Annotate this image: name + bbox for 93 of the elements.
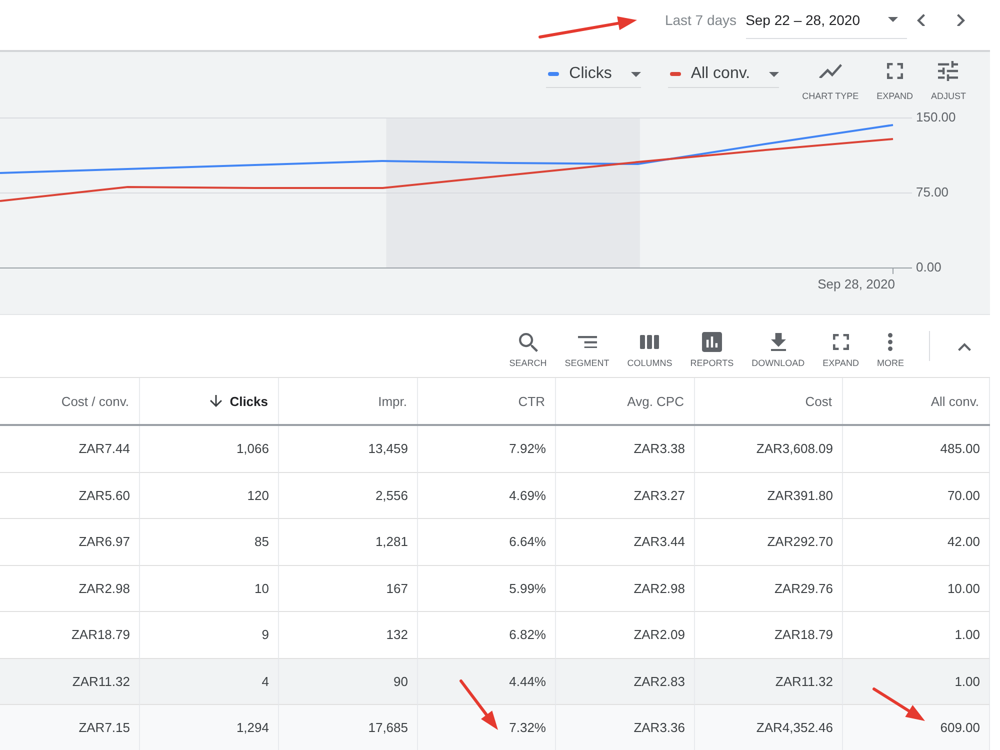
table-cell: 9 — [140, 612, 279, 658]
table-cell: 6.64% — [418, 519, 556, 566]
table-cell: 1,281 — [279, 519, 418, 566]
caret-icon — [888, 17, 898, 22]
fullscreen-icon — [832, 334, 849, 350]
column-header[interactable]: CTR — [418, 378, 556, 424]
table-cell: ZAR2.98 — [0, 566, 140, 612]
metric-dropdown[interactable]: Clicks — [546, 61, 641, 88]
fullscreen-icon — [886, 63, 903, 79]
table-cell: 7.92% — [418, 426, 556, 472]
more-button[interactable]: MORE — [868, 331, 913, 369]
table-cell: 167 — [279, 566, 418, 612]
caret-icon — [769, 72, 780, 76]
table-cell: 13,459 — [279, 426, 418, 472]
table-cell: 1,294 — [140, 705, 279, 750]
axis-label: 150.00 — [916, 109, 956, 124]
table-cell: ZAR391.80 — [695, 472, 843, 519]
table-cell: ZAR3,608.09 — [695, 426, 843, 472]
annotation-arrow — [460, 680, 498, 730]
more-icon — [888, 333, 893, 351]
column-header[interactable]: Avg. CPC — [556, 378, 695, 424]
segment-button[interactable]: SEGMENT — [556, 331, 618, 369]
search-button[interactable]: SEARCH — [500, 331, 556, 369]
reports-button[interactable]: REPORTS — [681, 331, 743, 369]
table-cell: ZAR2.09 — [556, 612, 695, 658]
table-cell: ZAR11.32 — [695, 658, 843, 705]
columns-button[interactable]: COLUMNS — [618, 331, 682, 369]
column-header[interactable]: All conv. — [843, 378, 990, 424]
table-cell: 10.00 — [843, 566, 990, 612]
chevron-right-icon — [957, 14, 965, 26]
table-cell: 1,066 — [140, 426, 279, 472]
expand-table-button[interactable]: EXPAND — [814, 331, 868, 369]
caret-icon — [630, 72, 641, 76]
adjust-button[interactable]: ADJUST — [922, 61, 975, 102]
table-cell: ZAR3.27 — [556, 472, 695, 519]
chevron-up-icon — [958, 342, 970, 351]
table-cell: 10 — [140, 566, 279, 612]
lines-icon — [578, 336, 597, 348]
line-chart-icon — [818, 64, 842, 78]
table-cell: 6.82% — [418, 612, 556, 658]
table-cell: 17,685 — [279, 705, 418, 750]
table-cell: 7.32% — [418, 705, 556, 750]
table-cell: 85 — [140, 519, 279, 566]
download-icon — [770, 332, 786, 352]
table-cell: ZAR7.44 — [0, 426, 140, 472]
expand-chart-button[interactable]: EXPAND — [868, 61, 922, 102]
table-cell: 5.99% — [418, 566, 556, 612]
sliders-icon — [938, 61, 958, 81]
table-cell: 90 — [279, 658, 418, 705]
column-header[interactable]: Cost / conv. — [0, 378, 140, 424]
table-cell: ZAR3.36 — [556, 705, 695, 750]
table-cell: 4.69% — [418, 472, 556, 519]
table-cell: 132 — [279, 612, 418, 658]
chart-type-button[interactable]: CHART TYPE — [793, 61, 868, 102]
date-range-label: Last 7 days — [664, 11, 737, 30]
table-cell: 120 — [140, 472, 279, 519]
table-cell: 609.00 — [843, 705, 990, 750]
table-cell: 1.00 — [843, 612, 990, 658]
table-cell: ZAR18.79 — [695, 612, 843, 658]
axis-label: Sep 28, 2020 — [818, 276, 895, 292]
axis-label: 75.00 — [916, 184, 949, 200]
table-cell: ZAR3.44 — [556, 519, 695, 566]
table-cell: ZAR11.32 — [0, 658, 140, 705]
table-cell: ZAR7.15 — [0, 705, 140, 750]
table-cell: ZAR18.79 — [0, 612, 140, 658]
columns-icon — [640, 335, 660, 349]
download-button[interactable]: DOWNLOAD — [742, 331, 814, 369]
table-cell: ZAR292.70 — [695, 519, 843, 566]
annotation-arrow — [872, 688, 925, 721]
table-cell: ZAR2.98 — [556, 566, 695, 612]
table-cell: 70.00 — [843, 472, 990, 519]
column-header[interactable]: Cost — [695, 378, 843, 424]
table-cell: 485.00 — [843, 426, 990, 472]
axis-label: 0.00 — [916, 259, 942, 274]
table-cell: ZAR6.97 — [0, 519, 140, 566]
table-cell: 2,556 — [279, 472, 418, 519]
bar-chart-icon — [702, 332, 722, 352]
table-cell: ZAR5.60 — [0, 472, 140, 519]
table-cell: 1.00 — [843, 658, 990, 705]
arrow-down-icon — [210, 395, 222, 407]
table-cell: 4.44% — [418, 658, 556, 705]
table-cell: ZAR2.83 — [556, 658, 695, 705]
table-cell: 4 — [140, 658, 279, 705]
table-cell: ZAR4,352.46 — [695, 705, 843, 750]
table-cell: ZAR3.38 — [556, 426, 695, 472]
date-range-dropdown[interactable]: Sep 22 – 28, 2020 — [746, 6, 907, 39]
chevron-left-icon — [917, 14, 925, 26]
column-header[interactable]: Clicks — [140, 378, 279, 424]
metric-dropdown[interactable]: All conv. — [668, 61, 780, 88]
search-icon — [518, 332, 538, 352]
table-cell: 42.00 — [843, 519, 990, 566]
table-cell: ZAR29.76 — [695, 566, 843, 612]
column-header[interactable]: Impr. — [279, 378, 418, 424]
